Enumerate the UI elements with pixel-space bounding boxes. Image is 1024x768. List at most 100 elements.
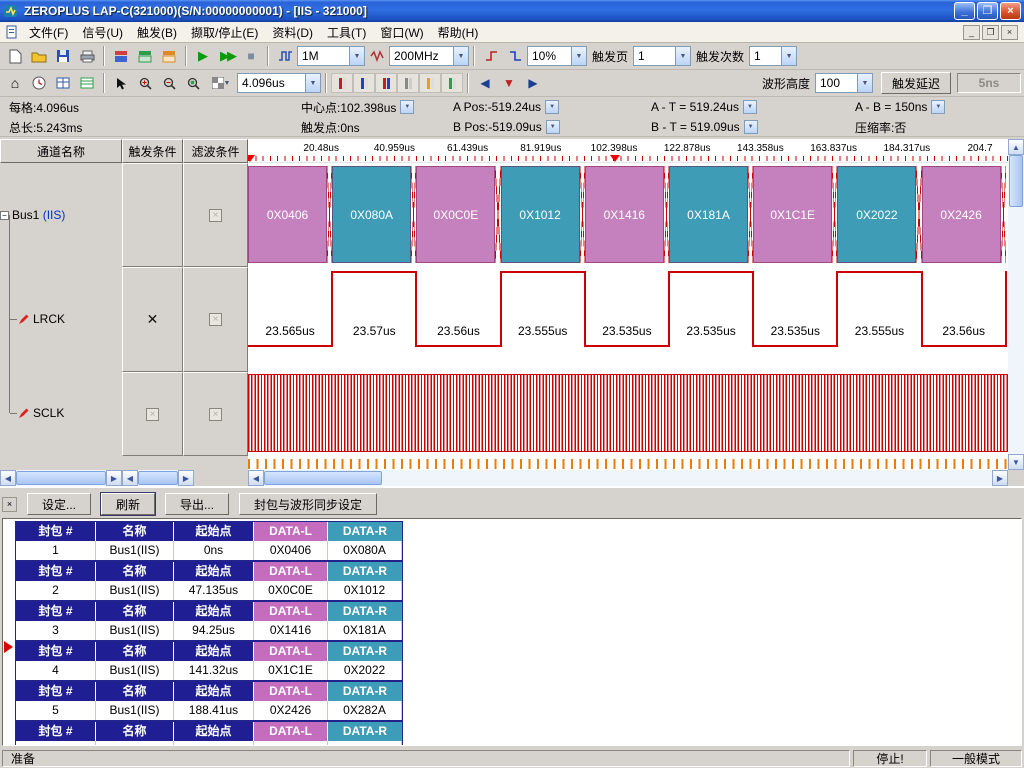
scroll-right-icon[interactable]: ▶: [178, 470, 194, 486]
channel-name-header[interactable]: 通道名称: [0, 139, 122, 163]
mdi-restore-icon[interactable]: ❐: [982, 25, 999, 40]
menu-item-4[interactable]: 资料(D): [265, 22, 320, 43]
analyzer-setup-button[interactable]: [157, 45, 181, 67]
bar-add-icon[interactable]: [375, 73, 397, 93]
group-setup-button[interactable]: [133, 45, 157, 67]
center-marker-icon[interactable]: [610, 155, 620, 162]
bar-delete-icon[interactable]: [397, 73, 419, 93]
filter-condition-header[interactable]: 滤波条件: [183, 139, 248, 163]
packet-group[interactable]: 封包 #名称起始点DATA-LDATA-R4Bus1(IIS)141.32us0…: [15, 641, 403, 681]
zoom-in-button[interactable]: [133, 72, 157, 94]
bar-b-icon[interactable]: [353, 73, 375, 93]
sclk-waveform-lane[interactable]: [248, 372, 1008, 456]
zoom-scale-select[interactable]: 4.096us ▼: [237, 73, 321, 93]
trigger-marker-icon[interactable]: [248, 155, 255, 162]
sample-rate-button[interactable]: [365, 45, 389, 67]
memory-depth-button[interactable]: [273, 45, 297, 67]
new-file-button[interactable]: [3, 45, 27, 67]
bus1-waveform-lane[interactable]: 0X04060X080A0X0C0E0X10120X14160X181A0X1C…: [248, 163, 1008, 267]
scroll-left-icon[interactable]: ◀: [248, 470, 264, 486]
mdi-minimize-icon[interactable]: _: [963, 25, 980, 40]
scroll-down-icon[interactable]: ▼: [1008, 454, 1024, 470]
packet-refresh-button[interactable]: 刷新: [101, 493, 155, 515]
menu-item-7[interactable]: 帮助(H): [431, 22, 486, 43]
menu-item-3[interactable]: 撷取/停止(E): [184, 22, 265, 43]
chevron-down-icon[interactable]: ▼: [545, 100, 559, 114]
single-acquisition-button[interactable]: ▶: [191, 45, 215, 67]
display-format-button[interactable]: ▼: [205, 72, 237, 94]
bar-a-icon[interactable]: [331, 73, 353, 93]
condition-panel-hscrollbar[interactable]: ◀ ▶: [122, 470, 248, 486]
trigger-delay-button[interactable]: 触发延迟: [881, 72, 951, 94]
select-cursor-button[interactable]: [109, 72, 133, 94]
packet-export-button[interactable]: 导出...: [165, 493, 229, 515]
chevron-down-icon[interactable]: ▼: [781, 47, 796, 65]
packet-sync-button[interactable]: 封包与波形同步设定: [239, 493, 377, 515]
filter-cell-lrck[interactable]: ×: [183, 267, 248, 372]
packet-group[interactable]: 封包 #名称起始点DATA-LDATA-R5Bus1(IIS)188.41us0…: [15, 681, 403, 721]
menu-item-1[interactable]: 信号(U): [75, 22, 130, 43]
scroll-right-icon[interactable]: ▶: [106, 470, 122, 486]
tree-collapse-icon[interactable]: −: [0, 211, 9, 220]
trigger-page-select[interactable]: 1 ▼: [633, 46, 691, 66]
grid-view-button[interactable]: [51, 72, 75, 94]
panel-close-icon[interactable]: ×: [2, 497, 17, 512]
channel-row-bus1[interactable]: − Bus1 (IIS): [0, 207, 122, 223]
print-button[interactable]: [75, 45, 99, 67]
filter-cell-sclk[interactable]: ×: [183, 372, 248, 456]
chevron-down-icon[interactable]: ▼: [931, 100, 945, 114]
chevron-down-icon[interactable]: ▼: [349, 47, 364, 65]
scroll-left-icon[interactable]: ◀: [122, 470, 138, 486]
sample-rate-select[interactable]: 200MHz ▼: [389, 46, 469, 66]
restore-button[interactable]: ❐: [977, 2, 998, 20]
scrollbar-thumb[interactable]: [138, 471, 178, 485]
chevron-down-icon[interactable]: ▼: [571, 47, 586, 65]
goto-trigger-button[interactable]: ▼: [497, 72, 521, 94]
menu-item-6[interactable]: 窗口(W): [373, 22, 430, 43]
time-ruler[interactable]: 20.48us40.959us61.439us81.919us102.398us…: [248, 139, 1008, 163]
bar-search-icon[interactable]: [441, 73, 463, 93]
trigger-count-select[interactable]: 1 ▼: [749, 46, 797, 66]
trigger-position-select[interactable]: 10% ▼: [527, 46, 587, 66]
scroll-up-icon[interactable]: ▲: [1008, 139, 1024, 155]
chevron-down-icon[interactable]: ▼: [857, 74, 872, 92]
menu-item-5[interactable]: 工具(T): [320, 22, 373, 43]
channel-row-sclk[interactable]: SCLK: [0, 405, 122, 421]
packet-group[interactable]: 封包 #名称起始点DATA-LDATA-R3Bus1(IIS)94.25us0X…: [15, 601, 403, 641]
trigger-condition-header[interactable]: 触发条件: [122, 139, 183, 163]
list-view-button[interactable]: [75, 72, 99, 94]
chevron-down-icon[interactable]: ▼: [305, 74, 320, 92]
zoom-out-button[interactable]: [157, 72, 181, 94]
filter-cell-bus1[interactable]: ×: [183, 163, 248, 267]
scroll-left-icon[interactable]: ◀: [0, 470, 16, 486]
chevron-down-icon[interactable]: ▼: [675, 47, 690, 65]
bus-setup-button[interactable]: [109, 45, 133, 67]
scrollbar-thumb[interactable]: [1009, 155, 1023, 207]
packet-settings-button[interactable]: 设定...: [27, 493, 91, 515]
memory-depth-select[interactable]: 1M ▼: [297, 46, 365, 66]
chevron-down-icon[interactable]: ▼: [546, 120, 560, 134]
home-view-button[interactable]: ⌂: [3, 72, 27, 94]
packet-group[interactable]: 封包 #名称起始点DATA-LDATA-R1Bus1(IIS)0ns0X0406…: [15, 521, 403, 561]
channel-panel-hscrollbar[interactable]: ◀ ▶: [0, 470, 122, 486]
chevron-down-icon[interactable]: ▼: [744, 120, 758, 134]
chevron-down-icon[interactable]: ▼: [400, 100, 414, 114]
scrollbar-thumb[interactable]: [264, 471, 382, 485]
minimize-button[interactable]: _: [954, 2, 975, 20]
menu-item-0[interactable]: 文件(F): [22, 22, 75, 43]
chevron-down-icon[interactable]: ▼: [453, 47, 468, 65]
trigger-cell-sclk[interactable]: ×: [122, 372, 183, 456]
trigger-cell-lrck[interactable]: ✕: [122, 267, 183, 372]
packet-group[interactable]: 封包 #名称起始点DATA-LDATA-R2Bus1(IIS)47.135us0…: [15, 561, 403, 601]
save-button[interactable]: [51, 45, 75, 67]
goto-previous-button[interactable]: ◀: [473, 72, 497, 94]
waveform-vscrollbar[interactable]: ▲ ▼: [1008, 139, 1024, 470]
rising-edge-button[interactable]: [479, 45, 503, 67]
goto-next-button[interactable]: ▶: [521, 72, 545, 94]
falling-edge-button[interactable]: [503, 45, 527, 67]
zoom-fit-button[interactable]: [181, 72, 205, 94]
menu-item-2[interactable]: 触发(B): [130, 22, 184, 43]
channel-row-lrck[interactable]: LRCK: [0, 311, 122, 327]
chevron-down-icon[interactable]: ▼: [743, 100, 757, 114]
trigger-cell-bus1[interactable]: [122, 163, 183, 267]
